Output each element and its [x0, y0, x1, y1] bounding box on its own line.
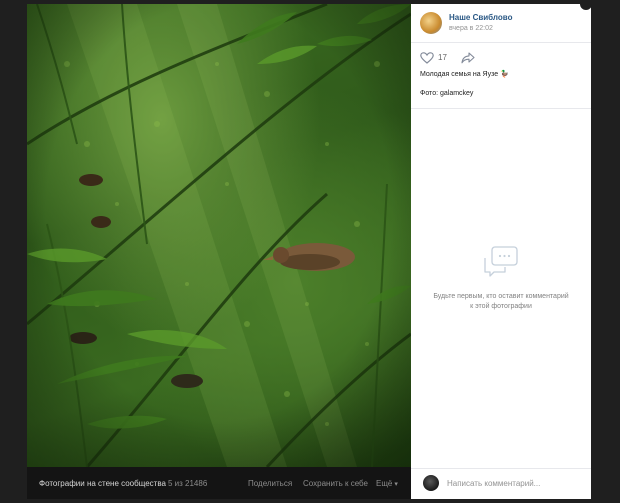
no-comments-message: Будьте первым, кто оставит комментарий к…	[433, 293, 569, 310]
heart-outline-icon[interactable]	[420, 52, 434, 64]
photo-credit: Фото: galamckey	[420, 90, 474, 97]
divider	[411, 468, 591, 469]
share-arrow-icon[interactable]	[461, 52, 475, 64]
more-label: Ещё	[376, 479, 393, 488]
album-title[interactable]: Фотографии на стене сообщества	[39, 479, 166, 488]
chevron-down-icon: ▾	[394, 481, 398, 488]
photo-counter: 5 из 21486	[168, 479, 208, 488]
share-link[interactable]: Поделиться	[248, 479, 292, 488]
side-panel: Наше Свиблово вчера в 22:02 17 Молодая с…	[411, 4, 591, 499]
photo-scene	[27, 4, 411, 467]
duck-emoji-icon: 🦆	[500, 71, 509, 78]
user-avatar	[423, 475, 439, 491]
community-name[interactable]: Наше Свиблово	[449, 13, 512, 22]
divider	[411, 108, 591, 109]
like-count: 17	[438, 53, 447, 62]
community-avatar[interactable]	[420, 12, 442, 34]
photo-footer: Фотографии на стене сообщества 5 из 2148…	[27, 467, 411, 499]
caption-text: Молодая семья на Яузе	[420, 71, 499, 78]
post-time[interactable]: вчера в 22:02	[449, 25, 493, 32]
comment-input[interactable]	[447, 474, 583, 492]
more-menu[interactable]: Ещё ▾	[376, 479, 398, 488]
photo[interactable]	[27, 4, 411, 467]
post-caption: Молодая семья на Яузе 🦆	[420, 70, 509, 78]
photo-viewer: Фотографии на стене сообщества 5 из 2148…	[27, 4, 592, 499]
divider	[411, 42, 591, 43]
save-to-profile-link[interactable]: Сохранить к себе	[303, 479, 368, 488]
speech-bubble-icon	[484, 246, 518, 277]
